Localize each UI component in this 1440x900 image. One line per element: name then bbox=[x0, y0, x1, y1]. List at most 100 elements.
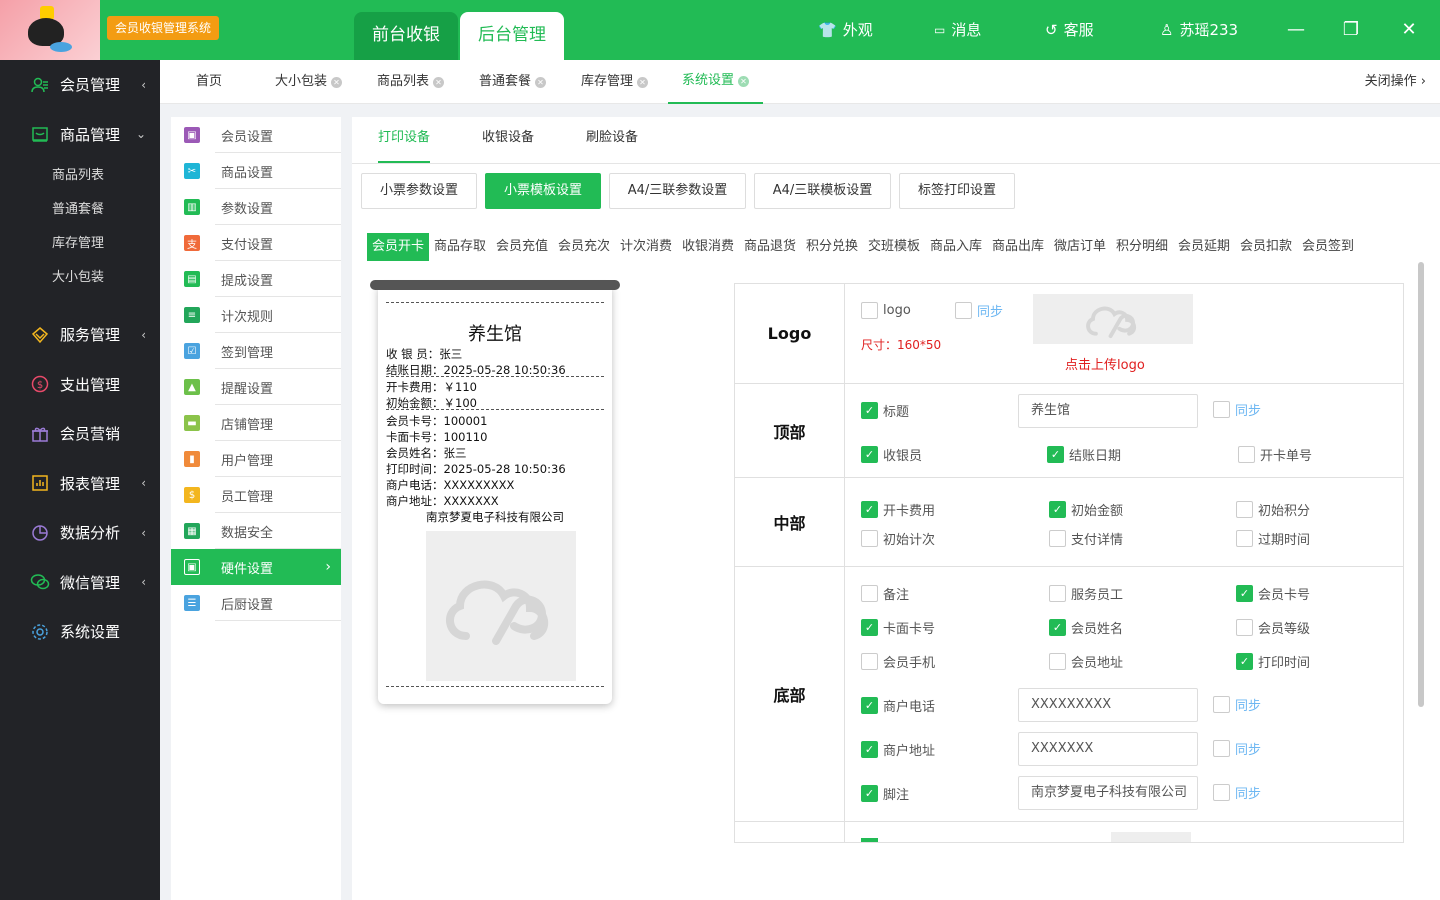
minimize-icon[interactable]: — bbox=[1281, 0, 1311, 60]
template-tab[interactable]: 商品出库 bbox=[992, 233, 1044, 261]
a4-template-button[interactable]: A4/三联模板设置 bbox=[754, 173, 891, 209]
remark-checkbox[interactable]: 备注 bbox=[861, 584, 909, 603]
settings-nav-item-count-rules[interactable]: ≡ 计次规则 bbox=[171, 297, 341, 333]
settings-nav-item-params[interactable]: ▥ 参数设置 bbox=[171, 189, 341, 225]
open-no-checkbox[interactable]: 开卡单号 bbox=[1238, 445, 1312, 464]
settings-nav-item-kitchen[interactable]: ☰ 后厨设置 bbox=[171, 585, 341, 621]
phone-sync-checkbox[interactable]: 同步 bbox=[1213, 695, 1261, 714]
open-fee-checkbox[interactable]: ✓ 开卡费用 bbox=[861, 500, 935, 519]
initial-amount-checkbox[interactable]: ✓ 初始金额 bbox=[1049, 500, 1123, 519]
tab-front-cashier[interactable]: 前台收银 bbox=[354, 12, 458, 60]
partial-checkbox[interactable] bbox=[861, 838, 878, 842]
logo-sync-checkbox[interactable]: 同步 bbox=[955, 301, 1003, 320]
settings-nav-item-checkin[interactable]: ☑ 签到管理 bbox=[171, 333, 341, 369]
template-tab[interactable]: 交班模板 bbox=[868, 233, 920, 261]
page-tab-normal-package[interactable]: 普通套餐 ✕ bbox=[479, 60, 547, 104]
messages-button[interactable]: ▭ 消息 bbox=[934, 0, 981, 60]
label-print-button[interactable]: 标签打印设置 bbox=[899, 173, 1015, 209]
settings-nav-item-store[interactable]: ▬ 店铺管理 bbox=[171, 405, 341, 441]
template-tab[interactable]: 会员开卡 bbox=[367, 233, 430, 261]
settings-nav-item-user[interactable]: ▮ 用户管理 bbox=[171, 441, 341, 477]
template-tab[interactable]: 商品退货 bbox=[744, 233, 796, 261]
sidebar-sub-item-goods-list[interactable]: 商品列表 bbox=[0, 159, 160, 193]
close-icon[interactable]: ✕ bbox=[637, 76, 649, 88]
merchant-address-input[interactable]: XXXXXXX bbox=[1018, 732, 1198, 766]
close-icon[interactable]: ✕ bbox=[433, 76, 445, 88]
template-tab[interactable]: 会员充次 bbox=[558, 233, 610, 261]
sidebar-item-analysis[interactable]: 数据分析 ‹ bbox=[0, 508, 160, 558]
member-address-checkbox[interactable]: 会员地址 bbox=[1049, 652, 1123, 671]
template-tab[interactable]: 会员延期 bbox=[1178, 233, 1230, 261]
appearance-button[interactable]: 👕 外观 bbox=[818, 0, 873, 60]
footer-note-input[interactable]: 南京梦夏电子科技有限公司 bbox=[1018, 776, 1198, 810]
footer-sync-checkbox[interactable]: 同步 bbox=[1213, 783, 1261, 802]
tab-back-management[interactable]: 后台管理 bbox=[460, 12, 564, 60]
close-icon[interactable]: ✕ bbox=[535, 76, 547, 88]
member-card-checkbox[interactable]: ✓ 会员卡号 bbox=[1236, 584, 1310, 603]
settings-nav-item-data-security[interactable]: ▦ 数据安全 bbox=[171, 513, 341, 549]
sidebar-sub-item-normal-package[interactable]: 普通套餐 bbox=[0, 193, 160, 227]
receipt-params-button[interactable]: 小票参数设置 bbox=[361, 173, 477, 209]
scrollbar[interactable] bbox=[1418, 262, 1424, 707]
face-card-checkbox[interactable]: ✓ 卡面卡号 bbox=[861, 618, 935, 637]
template-tab[interactable]: 积分明细 bbox=[1116, 233, 1168, 261]
expiry-time-checkbox[interactable]: 过期时间 bbox=[1236, 529, 1310, 548]
title-input[interactable]: 养生馆 bbox=[1018, 394, 1198, 428]
sidebar-sub-item-inventory[interactable]: 库存管理 bbox=[0, 227, 160, 261]
sidebar-item-expense[interactable]: $ 支出管理 bbox=[0, 360, 160, 410]
a4-params-button[interactable]: A4/三联参数设置 bbox=[609, 173, 746, 209]
receipt-template-button[interactable]: 小票模板设置 bbox=[485, 173, 601, 209]
member-level-checkbox[interactable]: 会员等级 bbox=[1236, 618, 1310, 637]
sidebar-item-system-settings[interactable]: 系统设置 bbox=[0, 607, 160, 657]
sidebar-item-goods[interactable]: 商品管理 ⌄ bbox=[0, 110, 160, 160]
template-tab[interactable]: 会员签到 bbox=[1302, 233, 1354, 261]
tab-cashier-device[interactable]: 收银设备 bbox=[482, 117, 534, 163]
settings-nav-item-staff[interactable]: $ 员工管理 bbox=[171, 477, 341, 513]
close-icon[interactable]: ✕ bbox=[738, 75, 750, 87]
template-tab[interactable]: 商品入库 bbox=[930, 233, 982, 261]
settings-nav-item-payment[interactable]: 支支付设置 bbox=[171, 225, 341, 261]
logo-checkbox[interactable]: logo bbox=[861, 302, 911, 319]
title-checkbox[interactable]: ✓ 标题 bbox=[861, 401, 909, 420]
title-sync-checkbox[interactable]: 同步 bbox=[1213, 400, 1261, 419]
user-menu[interactable]: ♙ 苏瑶233 bbox=[1160, 0, 1238, 60]
page-tab-home[interactable]: 首页 bbox=[196, 60, 222, 104]
settings-nav-item-hardware[interactable]: ▣ 硬件设置 › bbox=[171, 549, 341, 585]
settle-date-checkbox[interactable]: ✓ 结账日期 bbox=[1047, 445, 1121, 464]
service-button[interactable]: ↺ 客服 bbox=[1045, 0, 1094, 60]
merchant-address-checkbox[interactable]: ✓ 商户地址 bbox=[861, 740, 935, 759]
settings-nav-item-reminder[interactable]: ▲ 提醒设置 bbox=[171, 369, 341, 405]
logo-upload-box[interactable] bbox=[1033, 294, 1193, 344]
merchant-phone-input[interactable]: XXXXXXXXX bbox=[1018, 688, 1198, 722]
template-tab[interactable]: 计次消费 bbox=[620, 233, 672, 261]
template-tab[interactable]: 商品存取 bbox=[434, 233, 486, 261]
footer-note-checkbox[interactable]: ✓ 脚注 bbox=[861, 784, 909, 803]
settings-nav-item-commission[interactable]: ▤ 提成设置 bbox=[171, 261, 341, 297]
settings-nav-item-goods[interactable]: ✂ 商品设置 bbox=[171, 153, 341, 189]
restore-icon[interactable]: ❐ bbox=[1336, 0, 1366, 60]
service-staff-checkbox[interactable]: 服务员工 bbox=[1049, 584, 1123, 603]
cashier-checkbox[interactable]: ✓ 收银员 bbox=[861, 445, 922, 464]
close-icon[interactable]: ✕ bbox=[1394, 0, 1424, 60]
template-tab[interactable]: 微店订单 bbox=[1054, 233, 1106, 261]
upload-logo-link[interactable]: 点击上传logo bbox=[1065, 354, 1145, 373]
sidebar-item-reports[interactable]: 报表管理 ‹ bbox=[0, 459, 160, 509]
merchant-phone-checkbox[interactable]: ✓ 商户电话 bbox=[861, 696, 935, 715]
initial-points-checkbox[interactable]: 初始积分 bbox=[1236, 500, 1310, 519]
page-tab-inventory[interactable]: 库存管理 ✕ bbox=[581, 60, 649, 104]
tab-print-device[interactable]: 打印设备 bbox=[378, 117, 430, 163]
template-tab[interactable]: 收银消费 bbox=[682, 233, 734, 261]
member-phone-checkbox[interactable]: 会员手机 bbox=[861, 652, 935, 671]
template-tab[interactable]: 会员充值 bbox=[496, 233, 548, 261]
sidebar-item-members[interactable]: 会员管理 ‹ bbox=[0, 60, 160, 110]
initial-count-checkbox[interactable]: 初始计次 bbox=[861, 529, 935, 548]
template-tab[interactable]: 会员扣款 bbox=[1240, 233, 1292, 261]
sidebar-item-marketing[interactable]: 会员营销 bbox=[0, 409, 160, 459]
settings-nav-item-member[interactable]: ▣ 会员设置 bbox=[171, 117, 341, 153]
close-operations-button[interactable]: 关闭操作 › bbox=[1365, 60, 1426, 104]
payment-details-checkbox[interactable]: 支付详情 bbox=[1049, 529, 1123, 548]
print-time-checkbox[interactable]: ✓ 打印时间 bbox=[1236, 652, 1310, 671]
page-tab-system-settings[interactable]: 系统设置 ✕ bbox=[668, 60, 764, 104]
sidebar-item-wechat[interactable]: 微信管理 ‹ bbox=[0, 558, 160, 608]
tab-face-device[interactable]: 刷脸设备 bbox=[586, 117, 638, 163]
